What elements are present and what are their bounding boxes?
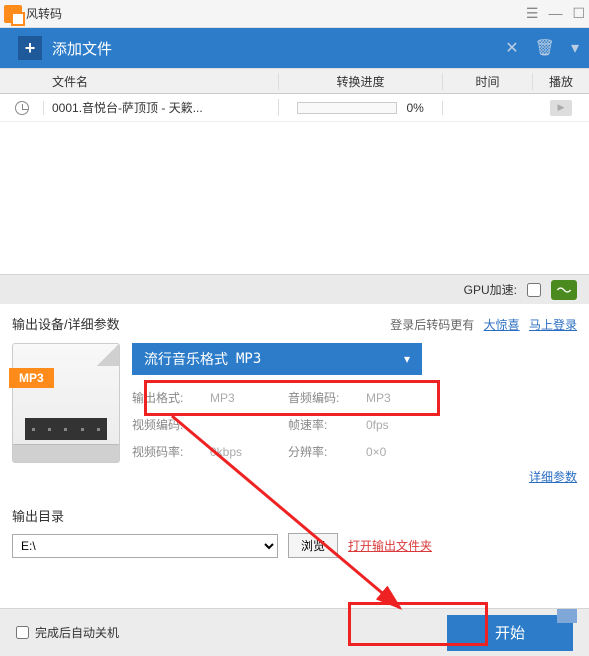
fps-value: 0fps — [366, 418, 426, 432]
vbr-label: 视频码率: — [132, 443, 202, 460]
format-area: MP3 流行音乐格式 MP3 ▾ 输出格式: MP3 音频编码: MP3 视频编… — [0, 339, 589, 498]
open-output-folder-link[interactable]: 打开输出文件夹 — [348, 537, 432, 554]
footer: 完成后自动关机 开始 — [0, 608, 589, 656]
venc-label: 视频编码: — [132, 416, 202, 433]
delete-icon[interactable]: 🗑 — [535, 38, 555, 58]
plus-icon: + — [18, 36, 42, 60]
gpu-checkbox[interactable] — [527, 283, 541, 297]
out-fmt-label: 输出格式: — [132, 389, 202, 406]
file-progress: 0% — [279, 101, 443, 115]
file-thumbnail: MP3 — [12, 343, 120, 463]
add-file-label: 添加文件 — [52, 38, 112, 59]
title-bar: 风转码 ☰ — ☐ — [0, 0, 589, 28]
maximize-icon[interactable]: ☐ — [572, 5, 585, 22]
out-fmt-value: MP3 — [210, 391, 280, 405]
window-controls: ☰ — ☐ — [526, 5, 585, 22]
surprise-link[interactable]: 大惊喜 — [484, 318, 520, 332]
chevron-down-icon: ▾ — [404, 352, 410, 366]
format-badge: MP3 — [9, 368, 54, 388]
col-time: 时间 — [443, 73, 533, 90]
progress-bar — [297, 102, 397, 114]
format-dropdown[interactable]: 流行音乐格式 MP3 ▾ — [132, 343, 422, 375]
shutdown-checkbox[interactable] — [16, 626, 29, 639]
col-filename: 文件名 — [44, 73, 279, 90]
login-hint: 登录后转码更有 大惊喜 马上登录 — [390, 316, 577, 333]
table-header: 文件名 转换进度 时间 播放 — [0, 68, 589, 94]
gpu-bar: GPU加速: — [0, 274, 589, 304]
file-list: 0001.音悦台-萨顶顶 - 天簌... 0% ▶ — [0, 94, 589, 274]
res-value: 0×0 — [366, 445, 426, 459]
add-file-button[interactable]: + 添加文件 — [10, 32, 120, 64]
format-title: 流行音乐格式 — [144, 349, 228, 369]
play-button[interactable]: ▶ — [550, 100, 572, 116]
file-name: 0001.音悦台-萨顶顶 - 天簌... — [44, 99, 279, 116]
toolbar: + 添加文件 ✕ 🗑 ▾ — [0, 28, 589, 68]
aenc-label: 音频编码: — [288, 389, 358, 406]
output-dir-section: 输出目录 E:\ 浏览 打开输出文件夹 — [0, 498, 589, 566]
minimize-icon[interactable]: — — [548, 5, 562, 22]
glitch-artifact — [557, 609, 577, 623]
output-dir-header: 输出目录 — [12, 506, 577, 525]
remove-icon[interactable]: ✕ — [505, 38, 518, 58]
detail-params-link[interactable]: 详细参数 — [529, 470, 577, 484]
login-link[interactable]: 马上登录 — [529, 318, 577, 332]
output-settings-title: 输出设备/详细参数 — [12, 314, 120, 333]
aenc-value: MP3 — [366, 391, 426, 405]
window-title: 风转码 — [26, 5, 62, 22]
menu-icon[interactable]: ☰ — [526, 5, 539, 22]
fps-label: 帧速率: — [288, 416, 358, 433]
shutdown-checkbox-label[interactable]: 完成后自动关机 — [16, 624, 119, 641]
table-row[interactable]: 0001.音悦台-萨顶顶 - 天簌... 0% ▶ — [0, 94, 589, 122]
format-code: MP3 — [236, 351, 261, 367]
col-play: 播放 — [533, 73, 589, 90]
start-button[interactable]: 开始 — [447, 615, 573, 651]
gpu-label: GPU加速: — [464, 281, 517, 298]
nvidia-icon — [551, 280, 577, 300]
output-dir-select[interactable]: E:\ — [12, 534, 278, 558]
app-icon — [4, 5, 22, 23]
chevron-down-icon[interactable]: ▾ — [571, 38, 579, 58]
progress-pct: 0% — [407, 101, 424, 115]
col-progress: 转换进度 — [279, 73, 443, 90]
res-label: 分辨率: — [288, 443, 358, 460]
vbr-value: 0kbps — [210, 445, 280, 459]
param-grid: 输出格式: MP3 音频编码: MP3 视频编码: 帧速率: 0fps 视频码率… — [132, 389, 577, 460]
browse-button[interactable]: 浏览 — [288, 533, 338, 558]
output-settings-header: 输出设备/详细参数 登录后转码更有 大惊喜 马上登录 — [0, 304, 589, 339]
clock-icon — [15, 101, 29, 115]
